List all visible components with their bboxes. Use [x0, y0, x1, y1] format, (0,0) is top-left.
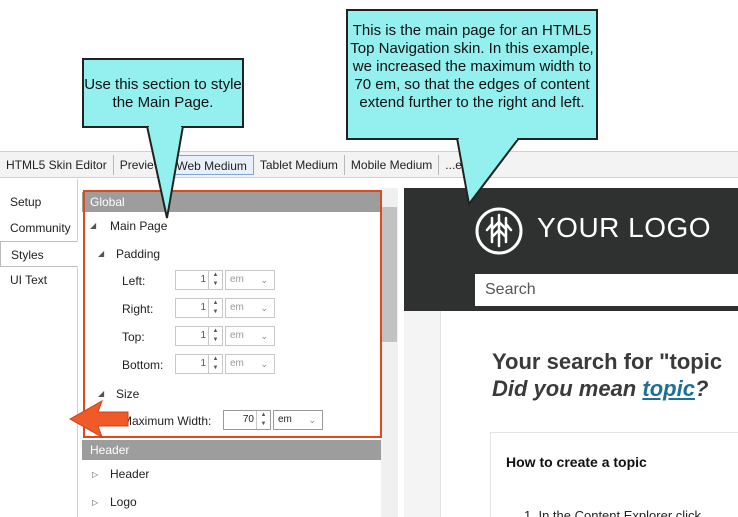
expand-triangle-icon[interactable]: ◢ — [90, 221, 96, 230]
padding-top-input[interactable]: 1 ▲ ▼ — [175, 326, 223, 346]
padding-right-input[interactable]: 1 ▲ ▼ — [175, 298, 223, 318]
preview-left-gutter — [404, 311, 441, 517]
padding-right-unit-select[interactable]: em ⌄ — [225, 298, 275, 318]
padding-bottom-label: Bottom: — [122, 358, 164, 372]
spin-up-icon[interactable]: ▲ — [209, 355, 222, 364]
tab-component[interactable]: ...ent — [439, 155, 478, 175]
padding-top-unit-select[interactable]: em ⌄ — [225, 326, 275, 346]
skin-editor-window: HTML5 Skin Editor Preview Web Medium Tab… — [0, 151, 738, 517]
tab-web-medium[interactable]: Web Medium — [169, 154, 254, 175]
unit-value: em — [278, 414, 292, 425]
header-section-header[interactable]: Header — [82, 440, 381, 460]
chevron-down-icon: ⌄ — [308, 415, 316, 425]
screenshot-stage: HTML5 Skin Editor Preview Web Medium Tab… — [0, 0, 738, 517]
spin-down-icon[interactable]: ▼ — [209, 364, 222, 373]
header-node[interactable]: Header — [110, 467, 149, 481]
main-page-node[interactable]: Main Page — [110, 219, 167, 233]
size-node[interactable]: Size — [116, 387, 139, 401]
spinner[interactable]: ▲ ▼ — [208, 271, 222, 289]
callout-main-page-section: Use this section to style the Main Page. — [82, 58, 244, 128]
result-card — [490, 432, 738, 517]
styles-panel: Global ◢ Main Page ◢ Padding Left: 1 ▲ ▼ … — [82, 188, 398, 517]
padding-bottom-input[interactable]: 1 ▲ ▼ — [175, 354, 223, 374]
did-you-mean-link[interactable]: topic — [642, 376, 695, 401]
padding-bottom-value: 1 — [200, 358, 206, 369]
chevron-down-icon: ⌄ — [260, 359, 268, 369]
spinner[interactable]: ▲ ▼ — [208, 327, 222, 345]
spin-up-icon[interactable]: ▲ — [209, 271, 222, 280]
chevron-down-icon: ⌄ — [260, 331, 268, 341]
spinner[interactable]: ▲ ▼ — [208, 299, 222, 317]
padding-left-input[interactable]: 1 ▲ ▼ — [175, 270, 223, 290]
unit-value: em — [230, 274, 244, 285]
spin-up-icon[interactable]: ▲ — [257, 411, 270, 420]
tab-tablet-medium[interactable]: Tablet Medium — [254, 154, 345, 175]
collapsed-triangle-icon[interactable]: ▷ — [92, 470, 98, 479]
padding-left-label: Left: — [122, 274, 146, 288]
padding-top-label: Top: — [122, 330, 145, 344]
tree-logo-icon — [475, 207, 523, 255]
did-you-mean-line: Did you mean topic? — [492, 376, 708, 402]
tab-mobile-medium[interactable]: Mobile Medium — [345, 154, 440, 175]
unit-value: em — [230, 302, 244, 313]
logo-text: YOUR LOGO — [537, 212, 712, 243]
spin-up-icon[interactable]: ▲ — [209, 299, 222, 308]
did-you-mean-text: Did you mean — [492, 376, 637, 401]
padding-left-value: 1 — [200, 274, 206, 285]
question-mark: ? — [694, 376, 709, 401]
sidebar-item-styles[interactable]: Styles — [0, 241, 78, 267]
sidebar-item-setup[interactable]: Setup — [0, 189, 77, 215]
preview-search-input[interactable]: Search — [475, 274, 738, 306]
spin-down-icon[interactable]: ▼ — [209, 280, 222, 289]
chevron-down-icon: ⌄ — [260, 303, 268, 313]
sidebar-item-community[interactable]: Community — [0, 215, 77, 241]
padding-node[interactable]: Padding — [116, 247, 160, 261]
spin-up-icon[interactable]: ▲ — [209, 327, 222, 336]
spin-down-icon[interactable]: ▼ — [209, 336, 222, 345]
max-width-unit-select[interactable]: em ⌄ — [273, 410, 323, 430]
callout-main-page-preview: This is the main page for an HTML5 Top N… — [346, 9, 598, 140]
padding-right-label: Right: — [122, 302, 154, 316]
editor-tab-bar: HTML5 Skin Editor Preview Web Medium Tab… — [0, 152, 738, 178]
chevron-down-icon: ⌄ — [260, 275, 268, 285]
sidebar-item-ui-text[interactable]: UI Text — [0, 267, 77, 293]
padding-bottom-unit-select[interactable]: em ⌄ — [225, 354, 275, 374]
unit-value: em — [230, 358, 244, 369]
padding-right-value: 1 — [200, 302, 206, 313]
tab-html5-skin-editor[interactable]: HTML5 Skin Editor — [0, 154, 114, 175]
global-section-header[interactable]: Global — [82, 192, 381, 212]
skin-preview: YOUR LOGO Search Your search for "topic … — [404, 188, 738, 517]
spin-down-icon[interactable]: ▼ — [209, 308, 222, 317]
spin-down-icon[interactable]: ▼ — [257, 420, 270, 429]
unit-value: em — [230, 330, 244, 341]
panel-scrollbar-thumb[interactable] — [382, 207, 397, 342]
max-width-label: Maximum Width: — [122, 414, 212, 428]
spinner[interactable]: ▲ ▼ — [256, 411, 270, 429]
expand-triangle-icon[interactable]: ◢ — [98, 389, 104, 398]
tab-preview[interactable]: Preview — [114, 154, 170, 175]
max-width-value: 70 — [242, 414, 254, 425]
collapsed-triangle-icon[interactable]: ▷ — [92, 498, 98, 507]
editor-sidebar: Setup Community Styles UI Text — [0, 179, 78, 517]
padding-top-value: 1 — [200, 330, 206, 341]
expand-triangle-icon[interactable]: ◢ — [98, 249, 104, 258]
result-card-step: 1. In the Content Explorer click — [524, 508, 702, 517]
spinner[interactable]: ▲ ▼ — [208, 355, 222, 373]
logo-node[interactable]: Logo — [110, 495, 137, 509]
padding-left-unit-select[interactable]: em ⌄ — [225, 270, 275, 290]
max-width-input[interactable]: 70 ▲ ▼ — [223, 410, 271, 430]
search-result-heading: Your search for "topic — [492, 349, 723, 374]
result-card-title[interactable]: How to create a topic — [506, 454, 647, 470]
